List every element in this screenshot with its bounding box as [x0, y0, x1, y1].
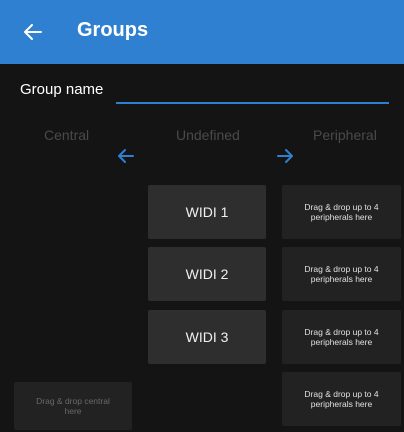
- group-name-input[interactable]: [116, 78, 389, 104]
- back-button[interactable]: [18, 17, 48, 47]
- arrow-right-icon: [277, 149, 293, 163]
- arrow-left-icon: [118, 149, 134, 163]
- peripheral-drop-zone[interactable]: Drag & drop up to 4 peripherals here: [282, 247, 401, 301]
- arrow-left-icon: [24, 24, 42, 40]
- device-card-widi-1[interactable]: WIDI 1: [148, 185, 266, 239]
- peripheral-drop-zone[interactable]: Drag & drop up to 4 peripherals here: [282, 372, 401, 426]
- page-title: Groups: [77, 19, 149, 41]
- column-header-peripheral: Peripheral: [313, 127, 377, 143]
- move-to-central-button[interactable]: [118, 148, 138, 164]
- peripheral-drop-zone[interactable]: Drag & drop up to 4 peripherals here: [282, 185, 401, 239]
- central-drop-zone[interactable]: Drag & drop central here: [14, 382, 132, 430]
- device-card-widi-3[interactable]: WIDI 3: [148, 310, 266, 364]
- group-name-label: Group name: [20, 81, 104, 98]
- device-card-widi-2[interactable]: WIDI 2: [148, 247, 266, 301]
- move-to-peripheral-button[interactable]: [277, 148, 297, 164]
- app-bar: Groups: [0, 0, 404, 64]
- column-header-central: Central: [44, 127, 90, 143]
- peripheral-drop-zone[interactable]: Drag & drop up to 4 peripherals here: [282, 310, 401, 364]
- column-header-undefined: Undefined: [176, 127, 240, 143]
